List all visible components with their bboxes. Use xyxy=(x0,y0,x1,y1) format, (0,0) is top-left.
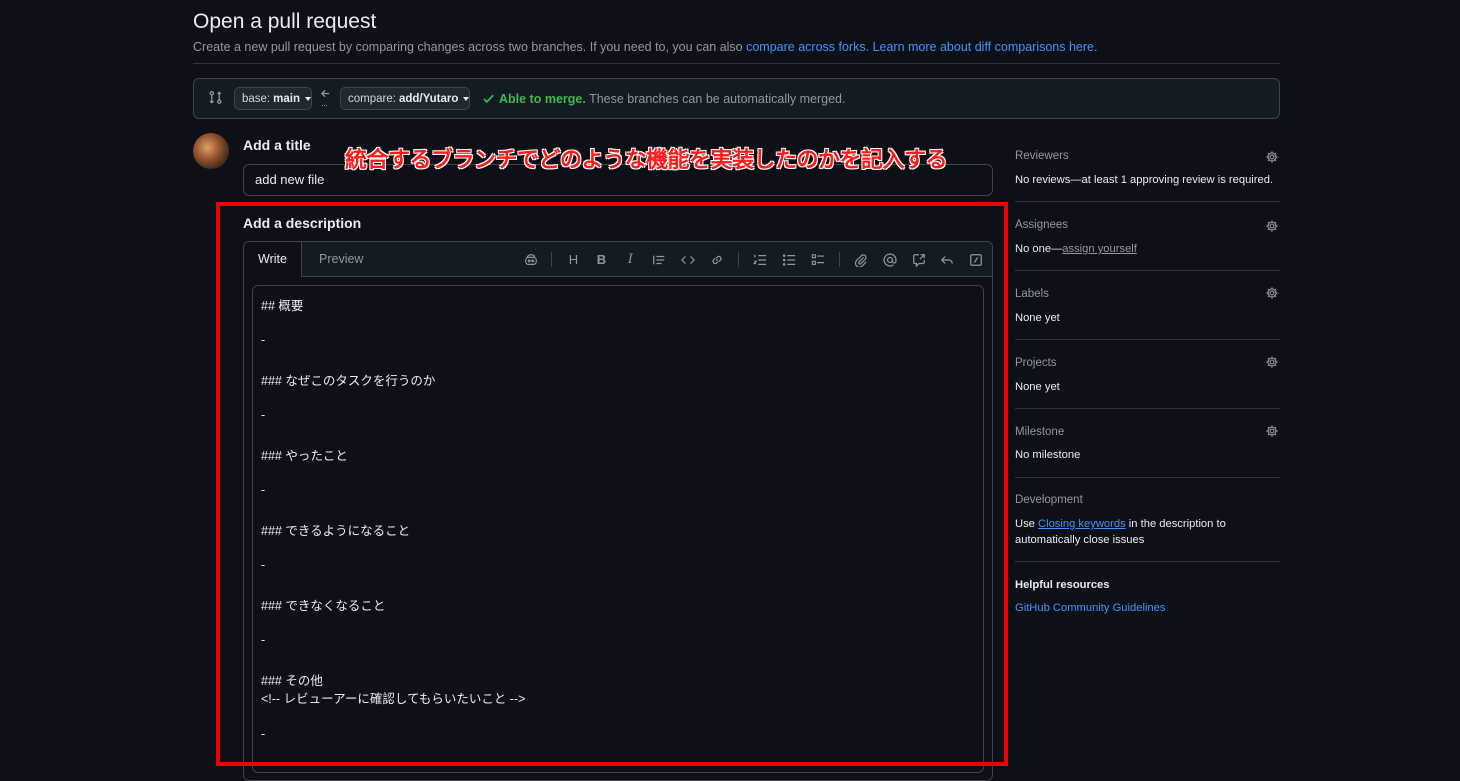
task-list-icon[interactable] xyxy=(809,251,826,268)
chevron-down-icon xyxy=(304,96,311,101)
merge-status-label: Able to merge. xyxy=(499,92,586,106)
compare-bar: base: main ··· compare: add/Yutaro Able to… xyxy=(193,78,1280,119)
community-guidelines-link[interactable]: GitHub Community Guidelines xyxy=(1015,602,1165,614)
merge-status: Able to merge. These branches can be aut… xyxy=(499,92,845,106)
labels-heading[interactable]: Labels xyxy=(1015,288,1049,300)
header-divider xyxy=(193,63,1280,64)
heading-icon[interactable]: H xyxy=(565,251,582,268)
description-line: ### できるようになること xyxy=(261,524,411,538)
avatar[interactable] xyxy=(193,133,229,169)
gear-icon[interactable] xyxy=(1265,150,1279,164)
development-suffix: in the description to xyxy=(1125,518,1226,530)
reviewers-heading[interactable]: Reviewers xyxy=(1015,150,1069,162)
base-branch-name: main xyxy=(273,92,300,105)
development-prefix: Use xyxy=(1015,518,1039,530)
closing-keywords-link[interactable]: Closing keywords xyxy=(1038,518,1126,530)
labels-value: None yet xyxy=(1015,312,1060,324)
page-subtitle: Create a new pull request by comparing c… xyxy=(193,40,1097,54)
gear-icon[interactable] xyxy=(1265,424,1279,438)
description-label: Add a description xyxy=(243,215,362,231)
toolbar-divider xyxy=(839,252,840,267)
development-text-line1: Use Closing keywords in the description … xyxy=(1015,518,1226,530)
assign-yourself-link[interactable]: assign yourself xyxy=(1062,243,1137,255)
compare-branch-name: add/Yutaro xyxy=(398,92,459,105)
gear-icon[interactable] xyxy=(1265,355,1279,369)
description-line: ### できなくなること xyxy=(261,599,386,613)
copilot-icon[interactable] xyxy=(522,251,539,268)
description-line: ## 概要 xyxy=(261,299,304,313)
code-icon[interactable] xyxy=(679,251,696,268)
description-line: - xyxy=(261,558,266,572)
check-icon xyxy=(482,92,495,108)
description-textarea[interactable]: ## 概要 - ### なぜこのタスクを行うのか - ### やったこと - #… xyxy=(252,285,984,773)
toolbar-divider xyxy=(738,252,739,267)
description-line: - xyxy=(261,727,266,741)
assignees-heading[interactable]: Assignees xyxy=(1015,219,1068,231)
description-line: <!-- レビューアーに確認してもらいたいこと --> xyxy=(261,692,526,706)
slash-command-icon[interactable] xyxy=(967,251,984,268)
paperclip-icon[interactable] xyxy=(852,251,869,268)
mention-icon[interactable] xyxy=(881,251,898,268)
sidebar-divider xyxy=(1015,477,1280,478)
link-icon[interactable] xyxy=(708,251,725,268)
sidebar-divider xyxy=(1015,201,1280,202)
sidebar-divider xyxy=(1015,408,1280,409)
milestone-value: No milestone xyxy=(1015,449,1081,461)
description-line: - xyxy=(261,633,266,647)
bold-icon[interactable]: B xyxy=(593,251,610,268)
base-branch-select[interactable]: base: main xyxy=(234,87,312,110)
compare-branch-select[interactable]: compare: add/Yutaro xyxy=(340,87,470,110)
page-title: Open a pull request xyxy=(193,10,377,33)
sidebar-divider xyxy=(1015,270,1280,271)
cross-reference-icon[interactable] xyxy=(910,251,927,268)
title-label: Add a title xyxy=(243,137,311,153)
projects-heading[interactable]: Projects xyxy=(1015,357,1057,369)
diff-comparisons-link[interactable]: Learn more about diff comparisons here. xyxy=(873,40,1098,54)
development-text-line2: automatically close issues xyxy=(1015,534,1145,546)
sidebar-divider xyxy=(1015,339,1280,340)
annotation-text: 統合するブランチでどのような機能を実装したのかを記入する xyxy=(345,147,948,172)
subtitle-text: Create a new pull request by comparing c… xyxy=(193,40,747,54)
reply-icon[interactable] xyxy=(938,251,955,268)
description-line: ### やったこと xyxy=(261,449,348,463)
description-line: - xyxy=(261,408,266,422)
ordered-list-icon[interactable] xyxy=(751,251,768,268)
projects-value: None yet xyxy=(1015,381,1060,393)
chevron-down-icon xyxy=(463,96,470,101)
tab-write[interactable]: Write xyxy=(244,242,302,277)
description-line: - xyxy=(261,333,266,347)
tab-preview[interactable]: Preview xyxy=(305,242,377,277)
milestone-heading[interactable]: Milestone xyxy=(1015,426,1064,438)
reviewers-value: No reviews—at least 1 approving review i… xyxy=(1015,174,1274,186)
description-line: - xyxy=(261,483,266,497)
sidebar-divider xyxy=(1015,561,1280,562)
arrow-left-icon xyxy=(320,88,331,100)
quote-icon[interactable] xyxy=(650,251,667,268)
base-prefix: base: xyxy=(242,92,271,105)
gear-icon[interactable] xyxy=(1265,286,1279,300)
assignees-value: No one—assign yourself xyxy=(1015,243,1137,255)
toolbar-divider xyxy=(551,252,552,267)
gear-icon[interactable] xyxy=(1265,219,1279,233)
helpful-resources-heading: Helpful resources xyxy=(1015,579,1110,591)
italic-icon[interactable]: I xyxy=(622,251,639,268)
assignees-prefix: No one— xyxy=(1015,243,1063,255)
unordered-list-icon[interactable] xyxy=(780,251,797,268)
description-editor: Write Preview H B I ## 概要 - ### なぜこのタスクを… xyxy=(243,241,993,781)
development-heading: Development xyxy=(1015,494,1083,506)
description-line: ### なぜこのタスクを行うのか xyxy=(261,374,436,388)
merge-status-detail: These branches can be automatically merg… xyxy=(589,92,846,106)
editor-tabbar: Write Preview H B I xyxy=(244,242,992,277)
ellipsis-icon: ··· xyxy=(321,100,328,110)
compare-prefix: compare: xyxy=(348,92,396,105)
compare-forks-link[interactable]: compare across forks. xyxy=(746,40,869,54)
description-line: ### その他 xyxy=(261,674,323,688)
compare-icon xyxy=(208,90,223,105)
